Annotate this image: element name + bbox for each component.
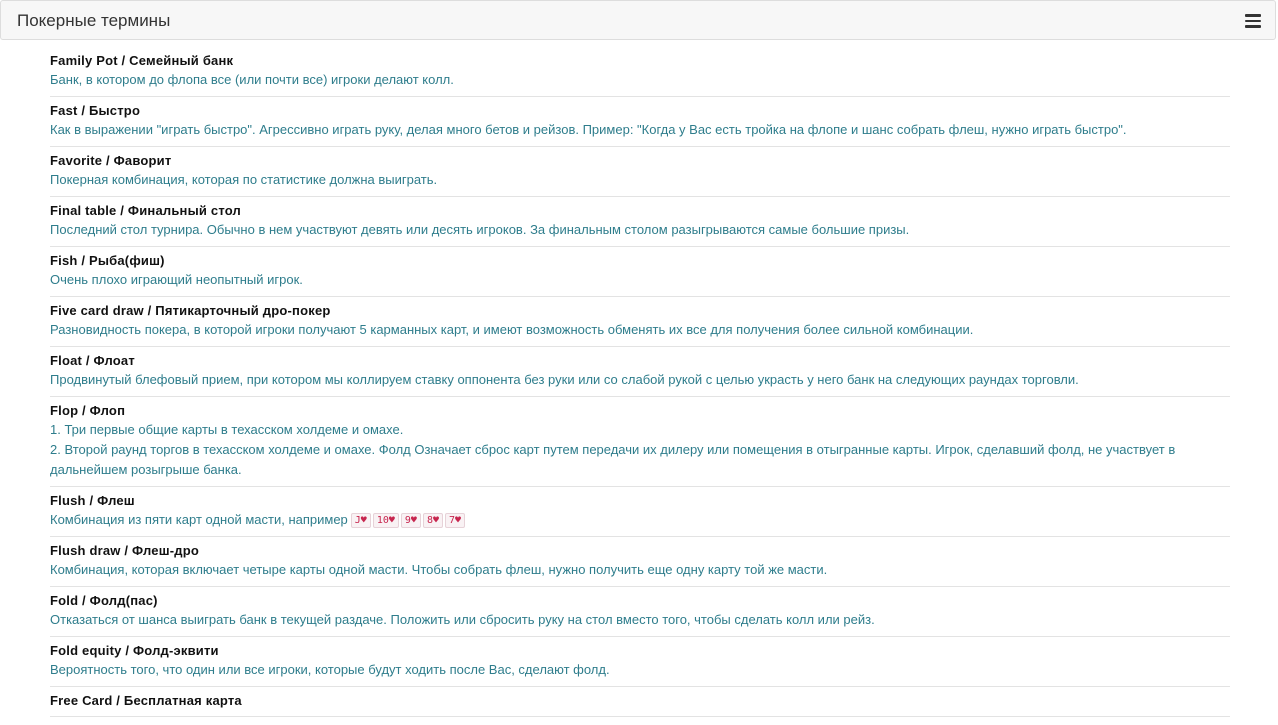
term-item: Fold equity / Фолд-эквити Вероятность тог… <box>50 637 1230 687</box>
term-item: Fish / Рыба(фиш) Очень плохо играющий нео… <box>50 247 1230 297</box>
term-description-text: Вероятность того, что один или все игрок… <box>50 662 610 677</box>
term-item: Float / Флоат Продвинутый блефовый прием,… <box>50 347 1230 397</box>
page-title: Покерные термины <box>17 11 171 30</box>
term-description-text: Комбинация из пяти карт одной масти, нап… <box>50 512 348 527</box>
menu-bar <box>1245 25 1261 28</box>
card-group: J♥ 10♥ 9♥ 8♥ 7♥ <box>350 510 467 530</box>
term-item: Five card draw / Пятикарточный дро-покер… <box>50 297 1230 347</box>
term-title: Five card draw / Пятикарточный дро-покер <box>50 303 331 318</box>
card-badge: 9♥ <box>400 513 421 528</box>
hamburger-menu-icon[interactable] <box>1245 14 1261 28</box>
term-description: Комбинация, которая включает четыре карт… <box>50 560 1230 580</box>
term-item: Free Card / Бесплатная карта <box>50 687 1230 717</box>
term-item: Fast / Быстро Как в выражении "играть быс… <box>50 97 1230 147</box>
term-description: Отказаться от шанса выиграть банк в теку… <box>50 610 1230 630</box>
term-title: Final table / Финальный стол <box>50 203 242 218</box>
term-item: Fold / Фолд(пас) Отказаться от шанса выиг… <box>50 587 1230 637</box>
term-title: Fold equity / Фолд-эквити <box>50 643 219 658</box>
term-title: Flush draw / Флеш-дро <box>50 543 200 558</box>
term-description-text: Отказаться от шанса выиграть банк в теку… <box>50 612 875 627</box>
term-description-text: 2. Второй раунд торгов в техасском холде… <box>50 442 1176 477</box>
term-title: Flop / Флоп <box>50 403 126 418</box>
term-description-text: Разновидность покера, в которой игроки п… <box>50 322 974 337</box>
page-header: Покерные термины <box>0 0 1276 40</box>
term-title: Free Card / Бесплатная карта <box>50 693 242 708</box>
term-description-text: Покерная комбинация, которая по статисти… <box>50 172 438 187</box>
term-description: Продвинутый блефовый прием, при котором … <box>50 370 1230 390</box>
terms-list: Family Pot / Семейный банк Банк, в которо… <box>50 48 1230 717</box>
term-description: Последний стол турнира. Обычно в нем уча… <box>50 220 1230 240</box>
term-description-text: Очень плохо играющий неопытный игрок. <box>50 272 303 287</box>
menu-bar <box>1245 14 1261 17</box>
term-description-text: Как в выражении "играть быстро". Агресси… <box>50 122 1127 137</box>
term-item: Final table / Финальный стол Последний ст… <box>50 197 1230 247</box>
term-description: Разновидность покера, в которой игроки п… <box>50 320 1230 340</box>
term-item: Flush / Флеш Комбинация из пяти карт одно… <box>50 487 1230 537</box>
term-description: Банк, в котором до флопа все (или почти … <box>50 70 1230 90</box>
card-badge: J♥ <box>350 513 371 528</box>
term-description: Очень плохо играющий неопытный игрок. <box>50 270 1230 290</box>
card-badge: 10♥ <box>372 513 399 528</box>
term-title: Fish / Рыба(фиш) <box>50 253 165 268</box>
term-item: Flop / Флоп 1. Три первые общие карты в т… <box>50 397 1230 487</box>
term-title: Fold / Фолд(пас) <box>50 593 158 608</box>
term-description: 1. Три первые общие карты в техасском хо… <box>50 420 1230 440</box>
term-description-text: Продвинутый блефовый прием, при котором … <box>50 372 1079 387</box>
term-description-text: Последний стол турнира. Обычно в нем уча… <box>50 222 910 237</box>
term-description-text: 1. Три первые общие карты в техасском хо… <box>50 422 404 437</box>
term-description: Как в выражении "играть быстро". Агресси… <box>50 120 1230 140</box>
term-title: Fast / Быстро <box>50 103 141 118</box>
menu-bar <box>1245 19 1261 22</box>
term-description: Покерная комбинация, которая по статисти… <box>50 170 1230 190</box>
term-title: Favorite / Фаворит <box>50 153 172 168</box>
term-item: Favorite / Фаворит Покерная комбинация, к… <box>50 147 1230 197</box>
term-title: Flush / Флеш <box>50 493 135 508</box>
term-description: Вероятность того, что один или все игрок… <box>50 660 1230 680</box>
card-badge: 8♥ <box>422 513 443 528</box>
term-item: Flush draw / Флеш-дро Комбинация, которая… <box>50 537 1230 587</box>
term-description-text: Банк, в котором до флопа все (или почти … <box>50 72 454 87</box>
term-description-text: Комбинация, которая включает четыре карт… <box>50 562 828 577</box>
card-badge: 7♥ <box>444 513 466 528</box>
term-description: 2. Второй раунд торгов в техасском холде… <box>50 440 1230 480</box>
term-title: Float / Флоат <box>50 353 135 368</box>
term-item: Family Pot / Семейный банк Банк, в которо… <box>50 48 1230 97</box>
term-title: Family Pot / Семейный банк <box>50 53 234 68</box>
term-description: Комбинация из пяти карт одной масти, нап… <box>50 510 1230 530</box>
